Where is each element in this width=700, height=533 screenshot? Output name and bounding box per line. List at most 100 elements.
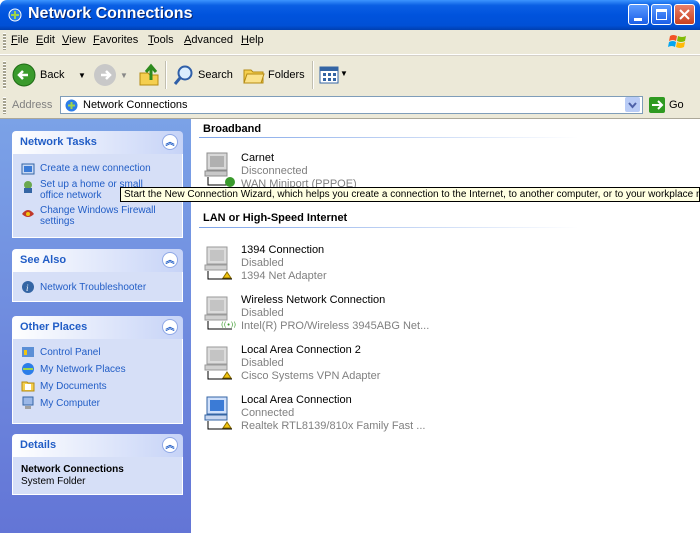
connected-connection-icon	[204, 396, 232, 430]
search-label: Search	[198, 69, 233, 81]
tooltip: Start the New Connection Wizard, which h…	[120, 187, 700, 202]
my-network-places-link[interactable]: My Network Places	[40, 364, 126, 375]
up-folder-icon[interactable]	[138, 63, 160, 87]
connection-name: Local Area Connection	[241, 394, 352, 406]
chevron-down-icon	[625, 97, 640, 112]
back-label: Back	[40, 69, 65, 81]
back-arrow-icon	[12, 63, 36, 87]
back-dropdown-arrow-icon[interactable]: ▼	[78, 71, 86, 80]
address-grip[interactable]	[3, 97, 6, 114]
connection-name: Local Area Connection 2	[241, 344, 361, 356]
menu-advanced[interactable]: Advanced	[184, 34, 233, 46]
disabled-connection-icon	[204, 246, 232, 280]
connection-item-1394[interactable]: 1394 Connection Disabled 1394 Net Adapte…	[203, 243, 483, 283]
panel-title: Other Places	[20, 321, 88, 333]
group-header-broadband: Broadband	[203, 123, 262, 135]
collapse-chevron-icon[interactable]: ︽	[162, 134, 178, 150]
network-troubleshooter-link[interactable]: Network Troubleshooter	[40, 282, 146, 293]
forward-dropdown-arrow-icon[interactable]: ▼	[120, 71, 128, 80]
network-tasks-header[interactable]: Network Tasks ︽	[12, 131, 183, 154]
search-button[interactable]: Search	[173, 61, 236, 89]
address-input[interactable]: Network Connections	[60, 96, 643, 114]
minimize-icon	[634, 18, 642, 21]
toolbar-grip[interactable]	[3, 61, 6, 89]
change-firewall-settings-link[interactable]: Change Windows Firewall	[40, 205, 156, 216]
connection-name: 1394 Connection	[241, 244, 325, 256]
panel-title: Network Tasks	[20, 136, 97, 148]
control-panel-link[interactable]: Control Panel	[40, 347, 101, 358]
connection-item-lan[interactable]: Local Area Connection Connected Realtek …	[203, 393, 483, 433]
folders-label: Folders	[268, 69, 305, 81]
connection-item-lan2[interactable]: Local Area Connection 2 Disabled Cisco S…	[203, 343, 483, 383]
connection-item-wireless[interactable]: ((•)) Wireless Network Connection Disabl…	[203, 293, 483, 333]
collapse-chevron-icon[interactable]: ︽	[162, 252, 178, 268]
go-label: Go	[669, 99, 684, 111]
details-panel: Network Connections System Folder	[12, 457, 183, 495]
details-name: Network Connections	[21, 464, 124, 475]
folders-button[interactable]: Folders	[243, 61, 308, 89]
maximize-button[interactable]	[651, 4, 672, 25]
other-places-panel: Control Panel My Network Places My Docum…	[12, 339, 183, 424]
go-button[interactable]: Go	[649, 97, 689, 114]
connections-view: Broadband Carnet Disconnected WAN Minipo…	[191, 119, 700, 533]
window-title: Network Connections	[28, 5, 193, 22]
title-bar[interactable]: Network Connections	[0, 0, 700, 30]
panel-title: Details	[20, 439, 57, 451]
connection-device: 1394 Net Adapter	[241, 270, 327, 282]
menu-help[interactable]: Help	[241, 34, 264, 46]
minimize-button[interactable]	[628, 4, 649, 25]
my-documents-link[interactable]: My Documents	[40, 381, 107, 392]
home-network-icon	[24, 181, 32, 193]
new-connection-icon	[21, 163, 35, 175]
my-documents-icon	[21, 381, 35, 392]
windows-logo-icon	[668, 35, 686, 48]
connection-status: Connected	[241, 407, 295, 419]
forward-arrow-icon[interactable]	[93, 63, 117, 87]
close-button[interactable]	[674, 4, 695, 25]
connection-status: Disabled	[241, 257, 284, 269]
collapse-chevron-icon[interactable]: ︽	[162, 437, 178, 453]
toolbar: Back ▼ ▼ Search Folders ▼	[0, 55, 700, 95]
my-network-places-icon	[22, 363, 34, 375]
create-new-connection-link[interactable]: Create a new connection	[40, 163, 151, 174]
panel-title: See Also	[20, 254, 67, 266]
views-dropdown-arrow-icon: ▼	[340, 69, 348, 78]
troubleshooter-info-icon: i	[22, 281, 34, 293]
go-arrow-icon	[649, 97, 665, 113]
setup-home-network-link-line2[interactable]: office network	[40, 190, 102, 201]
menu-tools[interactable]: Tools	[148, 34, 174, 46]
views-icon	[319, 66, 339, 84]
menu-favorites[interactable]: Favorites	[93, 34, 138, 46]
address-value: Network Connections	[83, 99, 188, 111]
maximize-icon	[656, 9, 667, 20]
back-button[interactable]: Back ▼	[12, 61, 104, 89]
control-panel-icon	[22, 347, 34, 357]
other-places-header[interactable]: Other Places ︽	[12, 316, 183, 339]
details-header[interactable]: Details ︽	[12, 434, 183, 457]
my-computer-icon	[22, 396, 34, 409]
search-icon	[173, 65, 193, 85]
collapse-chevron-icon[interactable]: ︽	[162, 319, 178, 335]
menu-view[interactable]: View	[62, 34, 86, 46]
see-also-panel: i Network Troubleshooter	[12, 272, 183, 302]
views-button[interactable]: ▼	[319, 64, 349, 86]
see-also-header[interactable]: See Also ︽	[12, 249, 183, 272]
menu-file[interactable]: File	[11, 34, 29, 46]
my-computer-link[interactable]: My Computer	[40, 398, 100, 409]
connection-status: Disconnected	[241, 165, 308, 177]
menu-edit[interactable]: Edit	[36, 34, 55, 46]
connection-name: Wireless Network Connection	[241, 294, 386, 306]
details-type: System Folder	[21, 476, 86, 487]
group-divider	[199, 227, 579, 228]
menu-bar: File Edit View Favorites Tools Advanced …	[0, 30, 700, 55]
close-icon	[679, 9, 690, 20]
address-dropdown-button[interactable]	[625, 97, 640, 112]
connection-item-carnet[interactable]: Carnet Disconnected WAN Miniport (PPPOE)	[203, 151, 483, 190]
toolbar-separator	[165, 61, 167, 89]
connection-device: Realtek RTL8139/810x Family Fast ...	[241, 420, 426, 432]
folders-icon	[243, 69, 265, 84]
group-header-lan: LAN or High-Speed Internet	[203, 212, 348, 224]
broadband-connection-icon	[204, 152, 235, 187]
menu-grip[interactable]	[3, 33, 6, 50]
change-firewall-settings-link-line2[interactable]: settings	[40, 216, 74, 227]
